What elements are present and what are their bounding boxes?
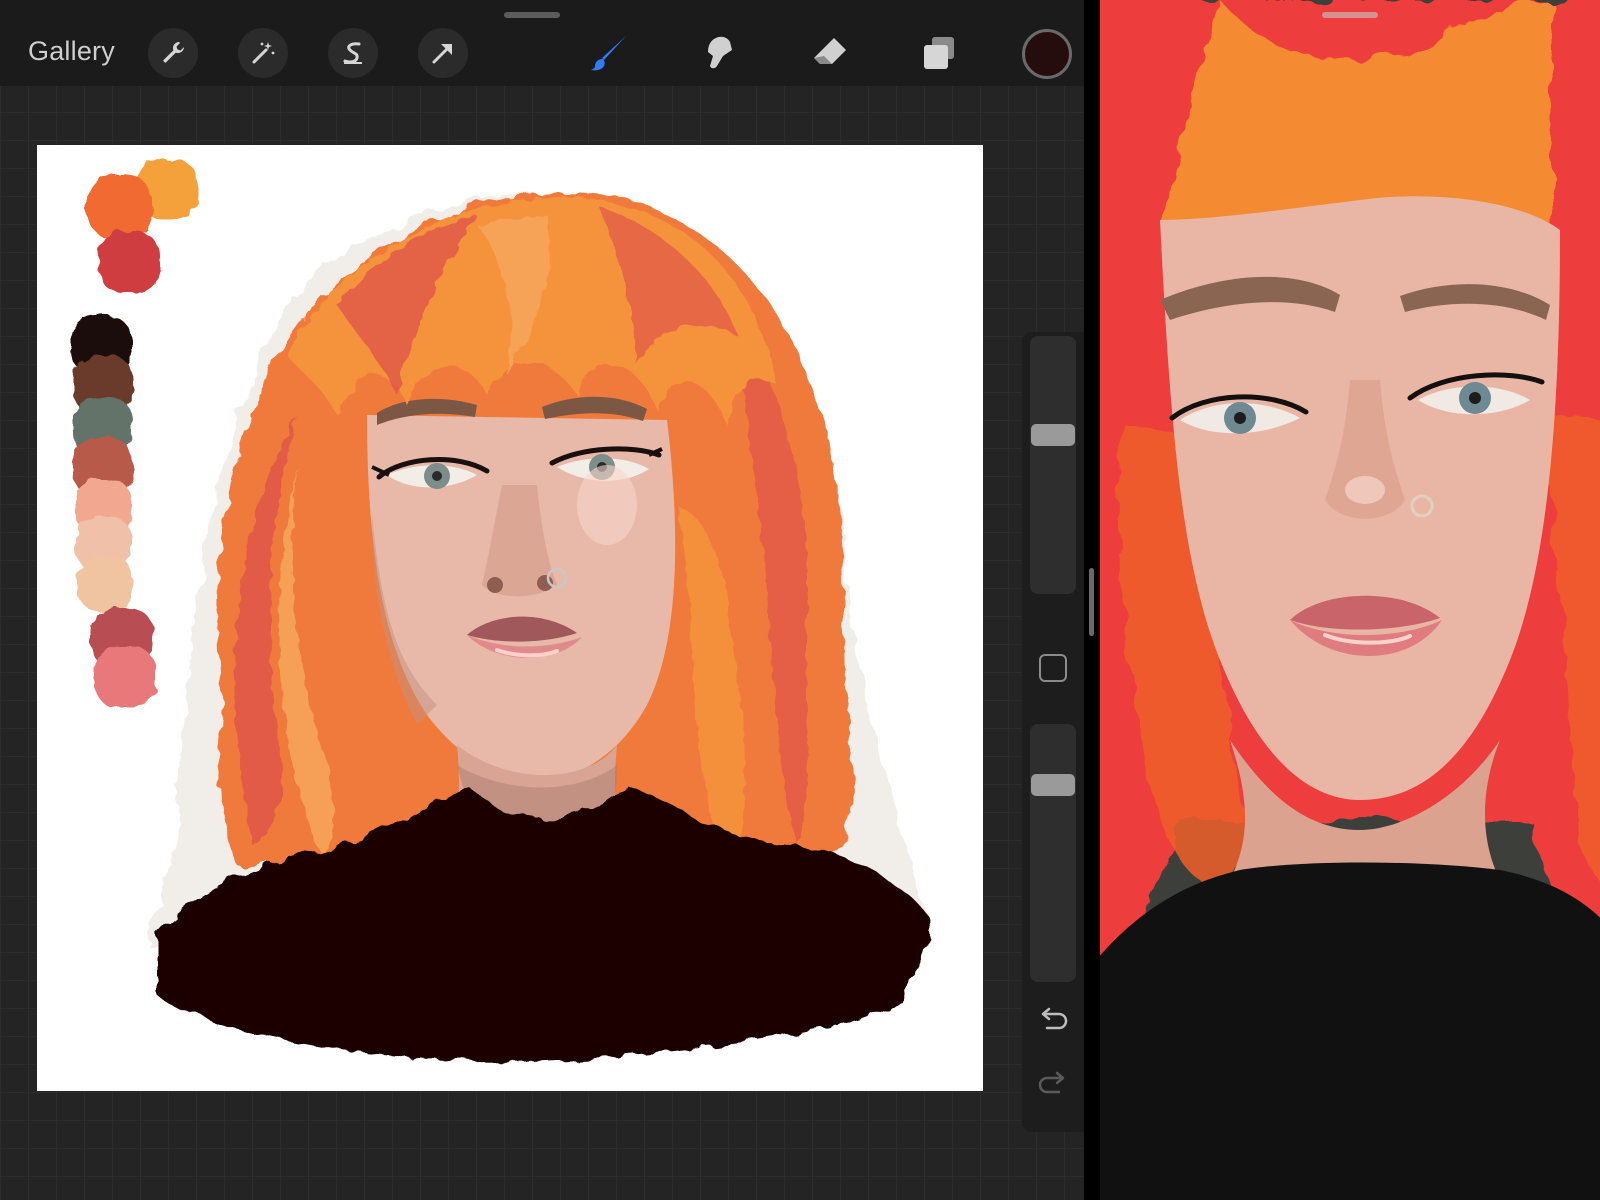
transform-arrow-icon — [432, 44, 452, 64]
multitasking-handle[interactable] — [504, 12, 560, 18]
brush-size-slider[interactable] — [1030, 336, 1076, 594]
palette-swatch — [98, 231, 160, 293]
brush-size-knob[interactable] — [1031, 424, 1075, 447]
eraser-tool[interactable] — [806, 30, 852, 76]
brush-icon — [591, 36, 626, 71]
opacity-slider[interactable] — [1030, 724, 1076, 982]
square-modifier-icon[interactable] — [1039, 654, 1067, 682]
gallery-button[interactable]: Gallery — [28, 36, 115, 67]
portrait-painting — [71, 159, 929, 1061]
brush-sidebar — [1022, 332, 1084, 1132]
drawing-canvas[interactable] — [37, 145, 983, 1091]
brush-tool[interactable] — [586, 30, 632, 76]
palette-swatch — [77, 555, 133, 611]
undo-button[interactable] — [1035, 1002, 1071, 1038]
palette-swatch — [88, 175, 152, 239]
top-toolbar: Gallery — [0, 0, 1084, 86]
split-view-divider[interactable] — [1084, 0, 1100, 1200]
smudge-tool[interactable] — [696, 30, 742, 76]
eraser-icon — [814, 38, 846, 64]
redo-arrow-icon — [1038, 1071, 1065, 1094]
selection-button[interactable] — [328, 28, 378, 78]
redo-button[interactable] — [1035, 1066, 1071, 1102]
color-picker-button[interactable] — [1022, 29, 1072, 79]
reference-photo — [1100, 0, 1600, 1200]
smudge-icon — [708, 36, 732, 69]
undo-arrow-icon — [1041, 1007, 1068, 1030]
adjustments-button[interactable] — [238, 28, 288, 78]
layers-icon — [924, 37, 954, 69]
actions-button[interactable] — [148, 28, 198, 78]
opacity-knob[interactable] — [1031, 773, 1075, 796]
reference-pane-handle[interactable] — [1322, 12, 1378, 18]
wrench-icon — [163, 41, 185, 63]
magic-wand-icon — [252, 42, 275, 64]
procreate-app: Gallery — [0, 0, 1084, 1200]
palette-swatch — [94, 646, 156, 708]
selection-s-icon — [343, 42, 362, 64]
color-swatches — [71, 159, 198, 708]
layers-button[interactable] — [916, 30, 962, 76]
transform-button[interactable] — [418, 28, 468, 78]
reference-photo-pane — [1100, 0, 1600, 1200]
split-view-handle[interactable] — [1089, 568, 1094, 636]
